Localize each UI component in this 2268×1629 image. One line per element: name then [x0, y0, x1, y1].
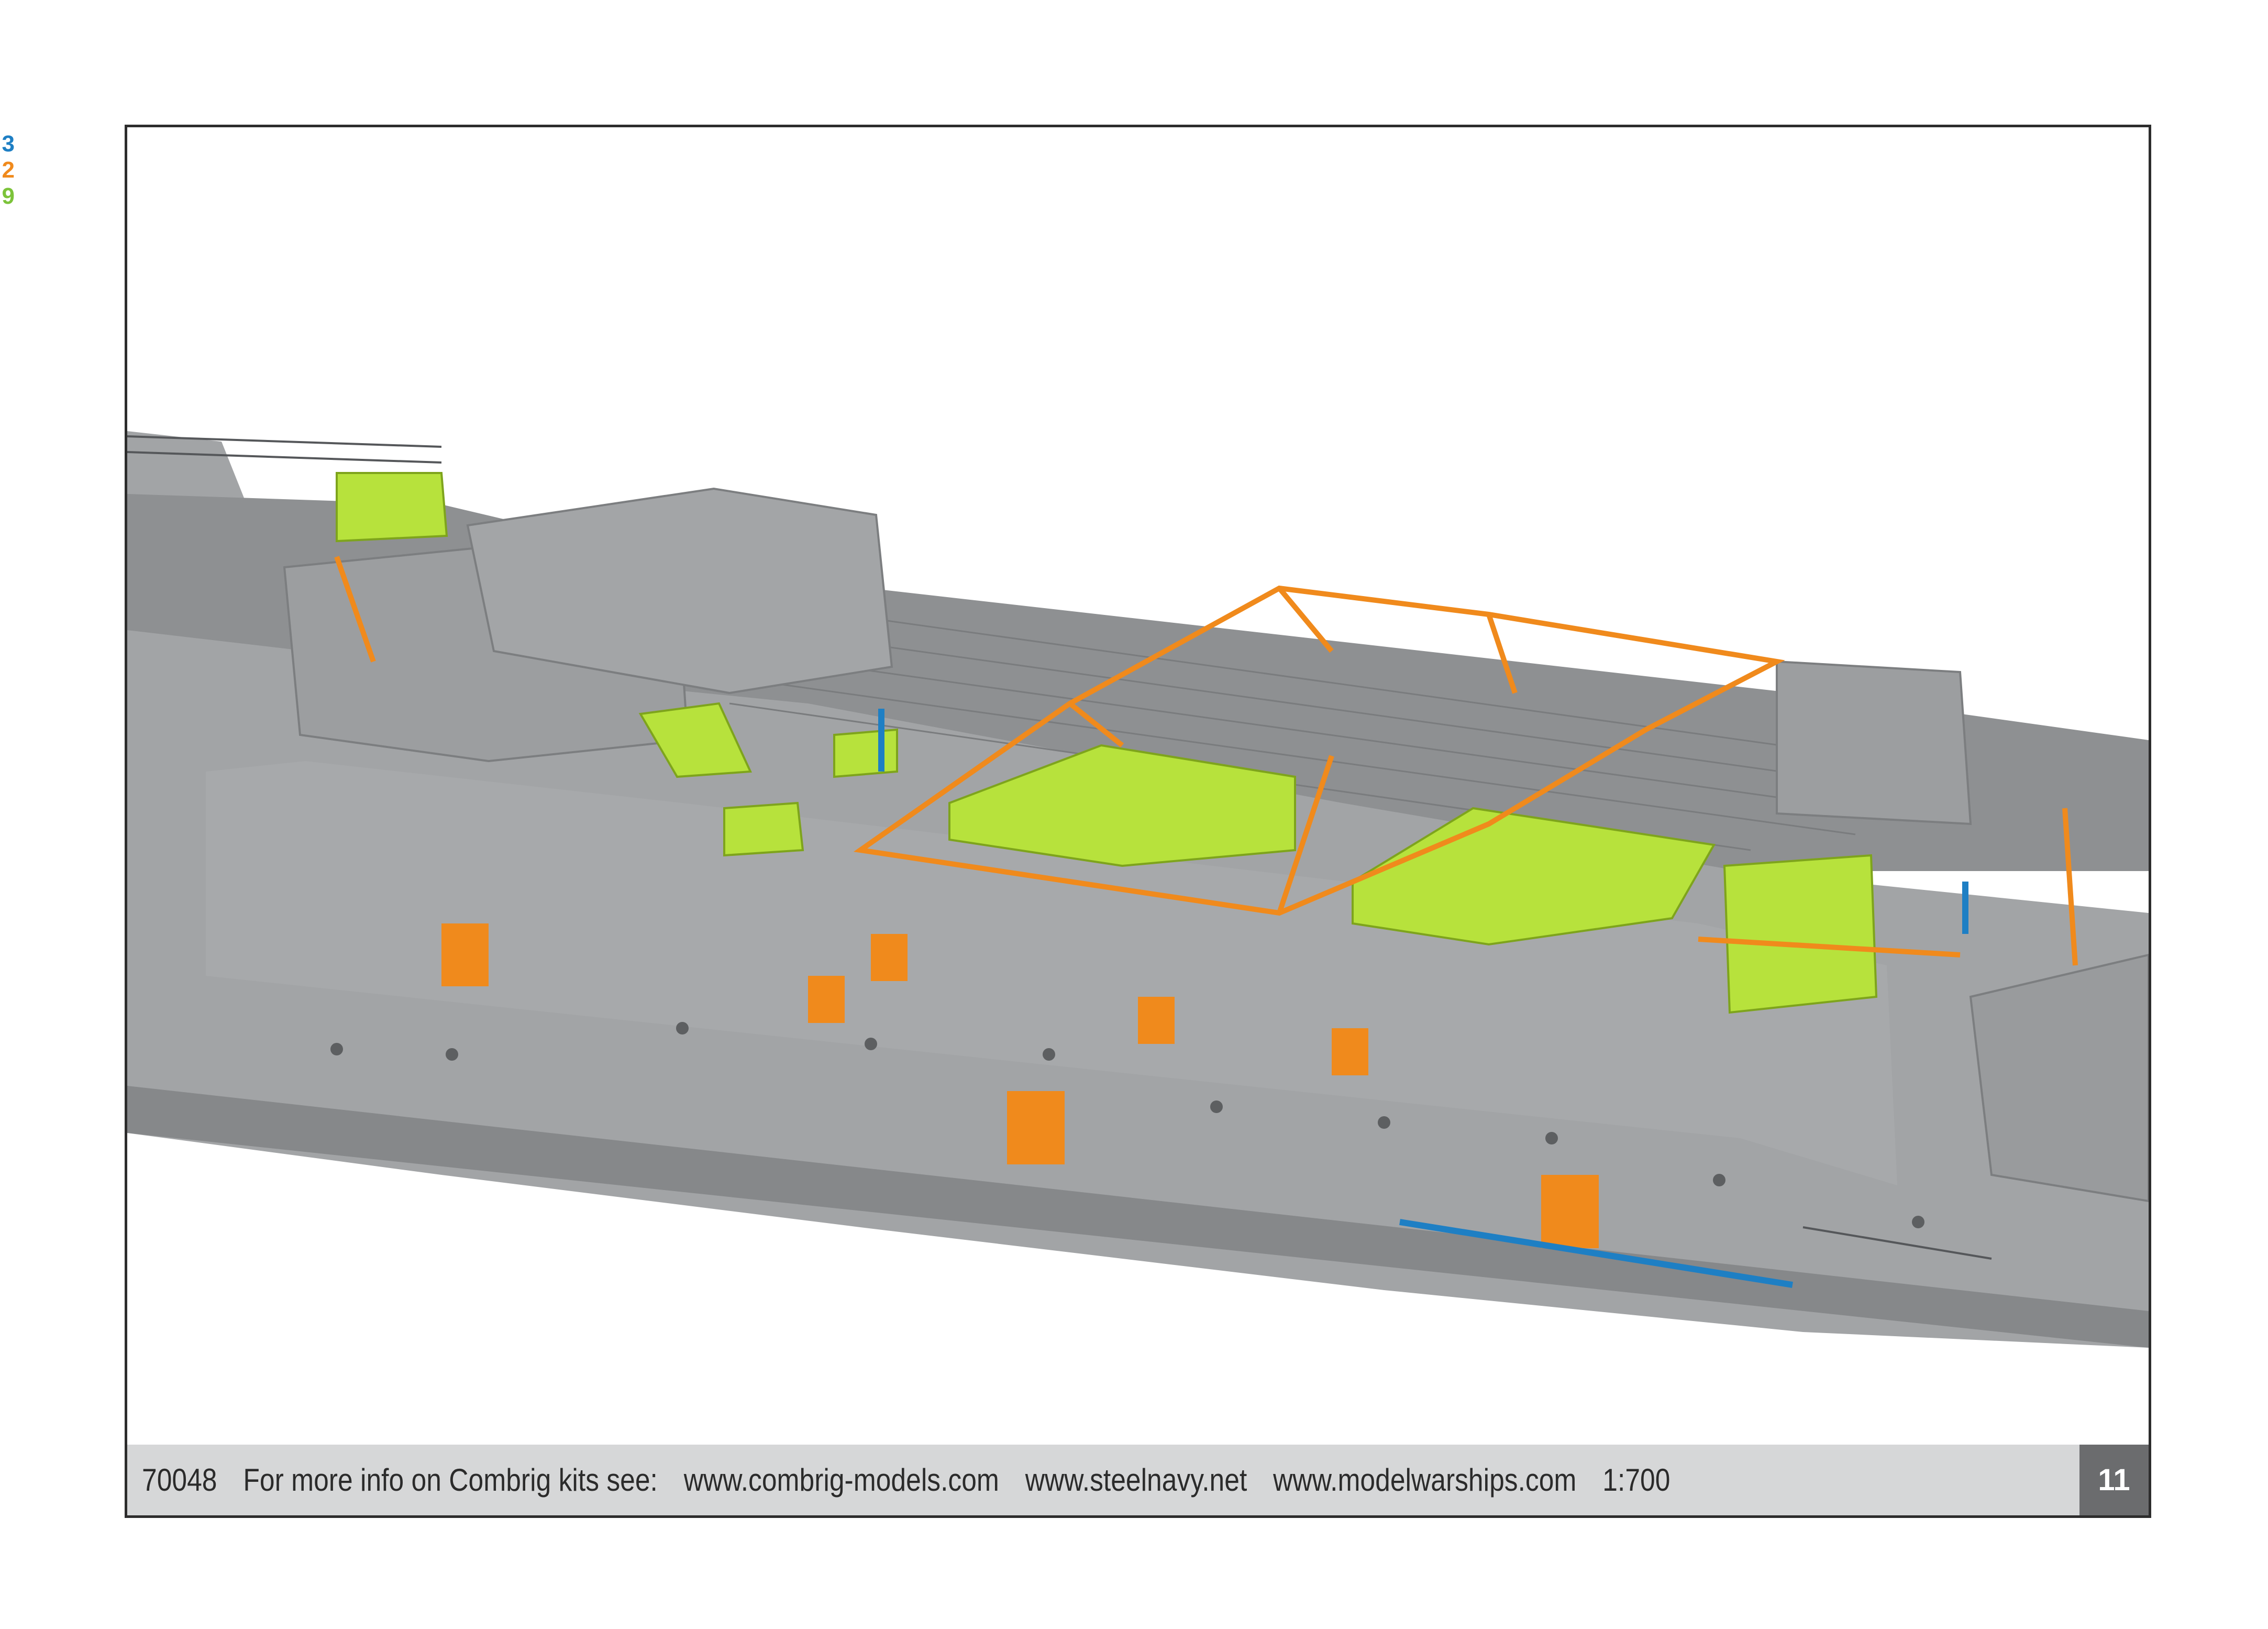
green-winch-1 — [723, 801, 804, 857]
casemate-gun-5 — [1332, 1028, 1368, 1075]
green-locker-aft — [336, 472, 448, 543]
parts-color-legend: 3 2 9 — [0, 131, 16, 210]
casemate-gun-6 — [1007, 1091, 1065, 1164]
footer-info-text: For more info on Combrig kits see: — [243, 1462, 658, 1498]
page-footer: 70048 For more info on Combrig kits see: w… — [127, 1445, 2149, 1515]
turret-base — [1969, 953, 2149, 1203]
ship-assembly-illustration — [127, 431, 2149, 1348]
legend-orange-count: 2 — [2, 157, 15, 183]
footer-text-line: 70048 For more info on Combrig kits see: w… — [142, 1445, 1696, 1515]
link-modelwarships[interactable]: www.modelwarships.com — [1273, 1462, 1576, 1498]
casemate-gun-7 — [1541, 1175, 1599, 1248]
legend-blue-count: 3 — [2, 131, 15, 157]
casemate-gun-1 — [441, 923, 489, 986]
model-scale: 1:700 — [1602, 1462, 1670, 1498]
casemate-gun-2 — [871, 934, 908, 981]
catalog-number: 70048 — [142, 1462, 217, 1498]
link-steelnavy[interactable]: www.steelnavy.net — [1025, 1462, 1247, 1498]
deckhouse-forward — [1776, 660, 1972, 825]
page-number: 11 — [2079, 1445, 2149, 1515]
legend-green-count: 9 — [2, 183, 15, 209]
link-combrig-models[interactable]: www.combrig-models.com — [684, 1462, 999, 1498]
green-winch-2 — [833, 728, 898, 778]
casemate-gun-3 — [808, 976, 845, 1023]
green-locker-forward — [1723, 854, 1878, 1014]
casemate-gun-4 — [1138, 997, 1175, 1044]
instruction-page-frame: 70048 For more info on Combrig kits see: w… — [125, 125, 2151, 1518]
